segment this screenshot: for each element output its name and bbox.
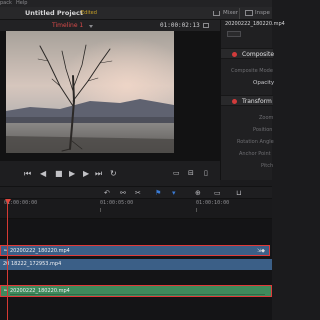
video-clip-v1[interactable]: 20 18222_172953.mp4 [0, 259, 272, 270]
video-tab[interactable] [227, 31, 241, 37]
opacity-label: Opacity [253, 80, 275, 86]
inspector-button[interactable]: Inspe [255, 10, 270, 16]
audio-clip-a1[interactable]: ⚯ 20200222_180220.mp4 [0, 285, 272, 297]
inspector-file-title: 20200222_180220.mp4 [225, 21, 285, 27]
anchor-point-label: Anchor Point [239, 151, 271, 157]
mixer-icon[interactable] [213, 11, 220, 16]
ruler-line [196, 208, 197, 212]
title-bar: Untitled Project Edited Mixer Inspe [0, 7, 272, 20]
enable-dot-icon[interactable] [232, 99, 237, 104]
zoom-icon[interactable]: ⊕ [195, 189, 201, 197]
link-icon[interactable]: ⚯ [120, 189, 126, 197]
menubar: pack Help [0, 0, 272, 7]
section-transform-label: Transform [242, 98, 272, 105]
position-label: Position [253, 127, 273, 133]
marker-icon[interactable]: ▾ [172, 189, 176, 197]
timeline-ruler[interactable]: 01:00:00:00 01:00:05:00 01:00:10:00 [0, 199, 272, 219]
inspector-tabs [221, 30, 273, 38]
ruler-tick: 01:00:05:00 [100, 200, 134, 206]
in-point-icon[interactable]: ▭ [173, 169, 180, 177]
mixer-button[interactable]: Mixer [223, 10, 238, 16]
composite-mode-label: Composite Mode [231, 68, 273, 74]
razor-icon[interactable]: ✂ [135, 189, 141, 197]
section-composite-label: Composite [242, 51, 275, 58]
step-forward-icon[interactable]: ▶ [83, 169, 89, 178]
loop-icon[interactable]: ↻ [110, 169, 117, 178]
zoom-label: Zoom [259, 115, 274, 121]
zoom-fit-icon[interactable]: ▭ [214, 189, 221, 197]
ruler-line [100, 208, 101, 212]
magnet-icon[interactable]: ⊔ [236, 189, 241, 197]
transport-controls: ⏮ ◀ ■ ▶ ▶ ⏭ ↻ ▭ ⊟ ▯ [0, 161, 220, 186]
viewer-header: Timeline 1 01:00:02:13 [0, 20, 220, 31]
enable-dot-icon[interactable] [232, 52, 237, 57]
clip-label: 20 18222_172953.mp4 [3, 261, 62, 267]
clip-end-marker-icon: ⇲◆ [256, 248, 265, 254]
audio-waveform [10, 294, 265, 295]
edited-status: Edited [81, 10, 97, 16]
project-title: Untitled Project [25, 9, 83, 17]
chevron-down-icon[interactable] [89, 25, 93, 28]
skip-end-icon[interactable]: ⏭ [95, 169, 102, 179]
play-icon[interactable]: ▶ [69, 169, 75, 178]
viewer-options-icon[interactable] [203, 23, 209, 28]
playhead-line [7, 199, 8, 320]
skip-start-icon[interactable]: ⏮ [24, 169, 31, 179]
menu-item-pack[interactable]: pack [0, 0, 12, 6]
match-frame-icon[interactable]: ⊟ [188, 169, 194, 177]
menu-item-help[interactable]: Help [16, 0, 27, 6]
playhead-handle[interactable] [5, 199, 11, 204]
ruler-tick: 01:00:10:00 [196, 200, 230, 206]
section-composite[interactable]: Composite [221, 48, 275, 59]
clip-label: 20200222_180220.mp4 [10, 248, 70, 254]
video-viewer[interactable] [0, 31, 220, 161]
rotation-angle-label: Rotation Angle [237, 139, 274, 145]
video-frame [6, 31, 174, 153]
timeline-toolbar: ↶ ⚯ ✂ ⚑ ▾ ⊕ ▭ ⊔ [0, 186, 272, 199]
inspector-icon[interactable] [245, 10, 253, 16]
pitch-label: Pitch [261, 163, 274, 169]
step-back-icon[interactable]: ◀ [40, 169, 46, 178]
divider [239, 8, 240, 19]
timecode-display: 01:00:02:13 [160, 22, 200, 29]
timeline-tracks[interactable]: ⚯ 20200222_180220.mp4 ⇲◆ 20 18222_172953… [0, 219, 272, 320]
inspector-panel: 20200222_180220.mp4 Composite Composite … [220, 20, 285, 180]
undo-icon[interactable]: ↶ [104, 189, 110, 197]
video-clip-v2[interactable]: ⚯ 20200222_180220.mp4 ⇲◆ [0, 245, 270, 256]
flag-icon[interactable]: ⚑ [155, 189, 161, 197]
timeline-selector[interactable]: Timeline 1 [52, 22, 83, 29]
section-transform[interactable]: Transform [221, 95, 273, 106]
stop-icon[interactable]: ■ [55, 169, 63, 178]
out-point-icon[interactable]: ▯ [204, 169, 208, 177]
